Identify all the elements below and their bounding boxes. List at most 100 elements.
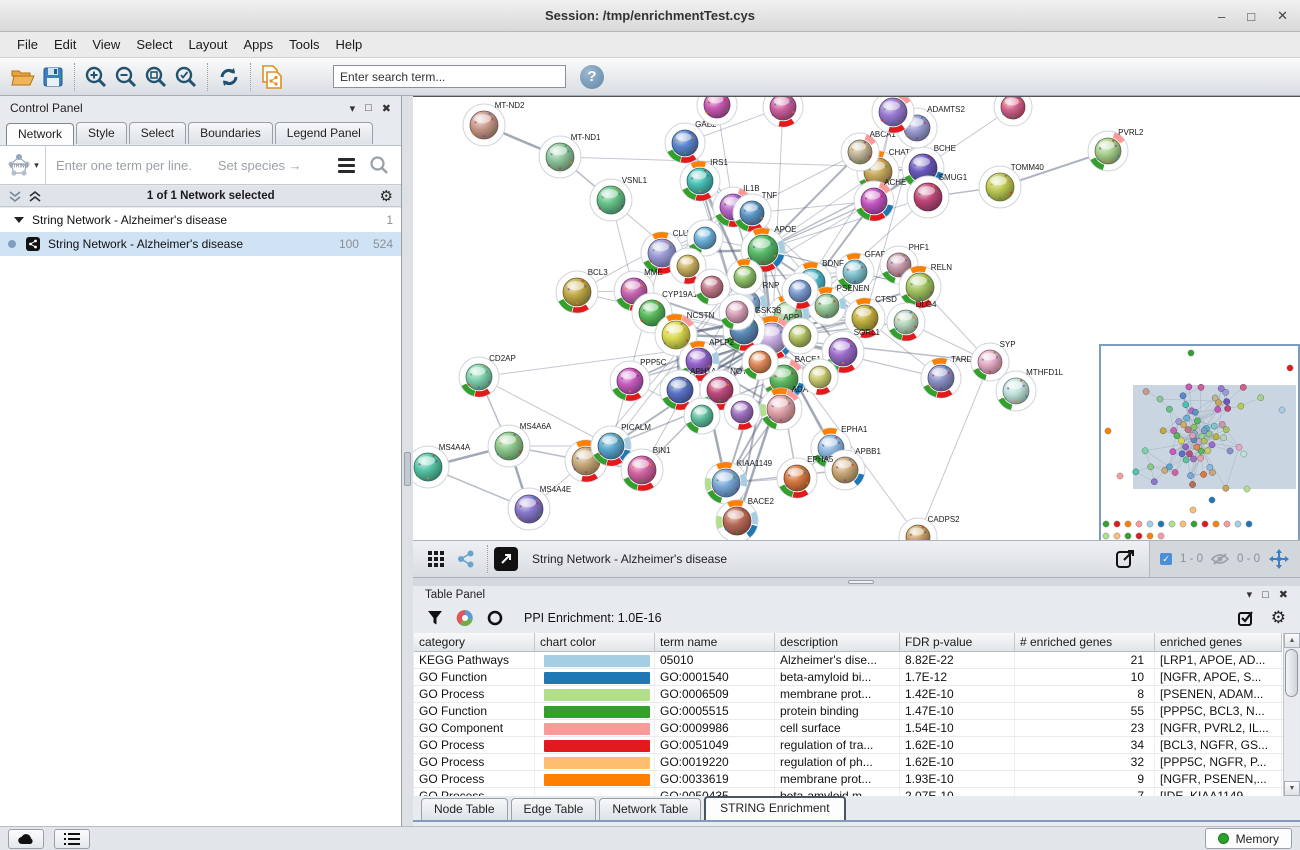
network-node[interactable] (724, 394, 760, 430)
network-node-BCL3[interactable]: BCL3 (556, 268, 608, 313)
network-node-CADPS2[interactable]: CADPS2 (899, 515, 960, 540)
table-row[interactable]: GO ComponentGO:0009986cell surface1.54E-… (414, 720, 1283, 737)
network-node-VSNL1[interactable]: VSNL1 (590, 176, 648, 221)
scroll-up-icon[interactable]: ▲ (1284, 633, 1300, 648)
table-row[interactable]: GO ProcessGO:0050435beta-amyloid m...2.0… (414, 788, 1283, 796)
network-node[interactable] (872, 97, 914, 133)
memory-button[interactable]: Memory (1205, 828, 1292, 849)
network-row[interactable]: String Network - Alzheimer's disease 100… (0, 232, 401, 256)
menu-view[interactable]: View (85, 34, 127, 55)
network-node[interactable] (742, 344, 778, 380)
close-button[interactable]: ✕ (1277, 8, 1288, 24)
collection-expand-icon[interactable] (14, 217, 24, 223)
network-node-TOMM40[interactable]: TOMM40 (979, 163, 1044, 208)
set-species-link[interactable]: Set species → (218, 158, 302, 173)
collapse-all-icon[interactable] (28, 190, 42, 203)
network-node-DLG4[interactable]: DLG4 (887, 300, 937, 341)
table-row[interactable]: GO FunctionGO:0001540beta-amyloid bi...1… (414, 669, 1283, 686)
menu-select[interactable]: Select (129, 34, 179, 55)
selected-nodes-icon[interactable]: ✓ (1160, 553, 1172, 565)
splitter-handle[interactable] (404, 452, 411, 486)
tab-network-table[interactable]: Network Table (599, 798, 701, 820)
network-node-EPHA5[interactable]: EPHA5 (777, 455, 834, 498)
grid-view-button[interactable] (421, 544, 451, 574)
network-canvas[interactable]: MT-ND2MT-ND1VSNL1GAB2IRS1IL1BTNFCHATABCA… (413, 96, 1300, 540)
chart-color-icon[interactable] (456, 609, 474, 627)
string-search-icon[interactable] (369, 155, 389, 175)
maximize-button[interactable]: □ (1247, 9, 1255, 24)
network-node-MS4A4E[interactable]: MS4A4E (508, 485, 571, 530)
panel-menu-icon[interactable]: ▾ (1247, 588, 1253, 601)
menu-apps[interactable]: Apps (237, 34, 281, 55)
help-button[interactable]: ? (580, 65, 604, 89)
menu-layout[interactable]: Layout (181, 34, 234, 55)
string-logo[interactable]: STRING ▾ (0, 146, 46, 184)
column-header--enriched-genes[interactable]: # enriched genes (1015, 633, 1155, 652)
save-session-button[interactable] (38, 62, 68, 92)
zoom-in-button[interactable] (81, 62, 111, 92)
network-node[interactable] (684, 398, 720, 434)
hidden-eye-icon[interactable] (1211, 552, 1229, 566)
network-node-MT-ND1[interactable]: MT-ND1 (539, 133, 601, 178)
network-node-BACE2[interactable]: BACE2 (716, 497, 774, 540)
network-node-MS4A6A[interactable]: MS4A6A (488, 422, 552, 467)
tab-select[interactable]: Select (129, 122, 186, 144)
network-node-GAB2[interactable]: GAB2 (665, 120, 717, 163)
network-node[interactable] (763, 97, 803, 127)
task-list-button[interactable] (54, 829, 90, 849)
network-collection-row[interactable]: String Network - Alzheimer's disease 1 (0, 208, 401, 232)
pan-move-icon[interactable] (1268, 548, 1290, 570)
table-row[interactable]: GO ProcessGO:0019220regulation of ph...1… (414, 754, 1283, 771)
menu-tools[interactable]: Tools (282, 34, 326, 55)
search-input[interactable] (333, 65, 566, 88)
export-network-button[interactable] (1111, 544, 1141, 574)
network-node[interactable] (727, 259, 763, 295)
panel-close-icon[interactable]: ✖ (382, 102, 391, 115)
table-row[interactable]: KEGG Pathways05010Alzheimer's dise...8.8… (414, 652, 1283, 669)
table-row[interactable]: GO ProcessGO:0051049regulation of tra...… (414, 737, 1283, 754)
table-row[interactable]: GO FunctionGO:0005515protein binding1.47… (414, 703, 1283, 720)
table-row[interactable]: GO ProcessGO:0033619membrane prot...1.93… (414, 771, 1283, 788)
select-all-checkbox-icon[interactable] (1238, 610, 1255, 627)
network-node[interactable] (782, 318, 818, 354)
expand-all-icon[interactable] (8, 190, 22, 203)
tab-string-enrichment[interactable]: STRING Enrichment (704, 796, 845, 820)
network-node[interactable] (994, 97, 1032, 126)
birdseye-toggle-button[interactable] (494, 547, 518, 571)
tab-node-table[interactable]: Node Table (421, 798, 508, 820)
birdseye-view[interactable] (1100, 345, 1299, 540)
network-node-PVRL2[interactable]: PVRL2 (1088, 128, 1144, 171)
table-row[interactable]: GO ProcessGO:0006509membrane prot...1.42… (414, 686, 1283, 703)
zoom-selected-button[interactable] (171, 62, 201, 92)
table-scrollbar[interactable]: ▲ ▼ (1283, 633, 1299, 796)
column-header-FDR-p-value[interactable]: FDR p-value (900, 633, 1015, 652)
network-node-SMUG1[interactable]: SMUG1 (907, 173, 968, 218)
network-node-APBB1[interactable]: APBB1 (825, 447, 881, 490)
column-header-category[interactable]: category (414, 633, 535, 652)
network-node-CD2AP[interactable]: CD2AP (459, 354, 516, 397)
menu-file[interactable]: File (10, 34, 45, 55)
tab-boundaries[interactable]: Boundaries (188, 122, 273, 144)
network-node[interactable] (802, 359, 838, 395)
share-view-button[interactable] (451, 544, 481, 574)
network-options-gear-icon[interactable]: ⚙ (380, 187, 393, 205)
network-node[interactable] (782, 273, 818, 309)
splitter-handle[interactable] (848, 580, 874, 584)
network-node-MTHFD1L[interactable]: MTHFD1L (996, 368, 1064, 411)
table-settings-gear-icon[interactable]: ⚙ (1271, 608, 1286, 628)
tab-legend-panel[interactable]: Legend Panel (275, 122, 373, 144)
string-options-menu-icon[interactable] (338, 158, 355, 173)
task-history-button[interactable] (8, 829, 44, 849)
tab-network[interactable]: Network (6, 123, 74, 145)
column-header-description[interactable]: description (775, 633, 900, 652)
ring-chart-icon[interactable] (487, 610, 503, 626)
tab-edge-table[interactable]: Edge Table (511, 798, 597, 820)
refresh-button[interactable] (214, 62, 244, 92)
network-node[interactable] (719, 294, 755, 330)
tab-style[interactable]: Style (76, 122, 127, 144)
panel-float-icon[interactable]: □ (365, 102, 372, 114)
menu-help[interactable]: Help (329, 34, 370, 55)
open-session-button[interactable] (8, 62, 38, 92)
scrollbar-thumb[interactable] (1285, 649, 1298, 697)
column-header-chart-color[interactable]: chart color (535, 633, 655, 652)
